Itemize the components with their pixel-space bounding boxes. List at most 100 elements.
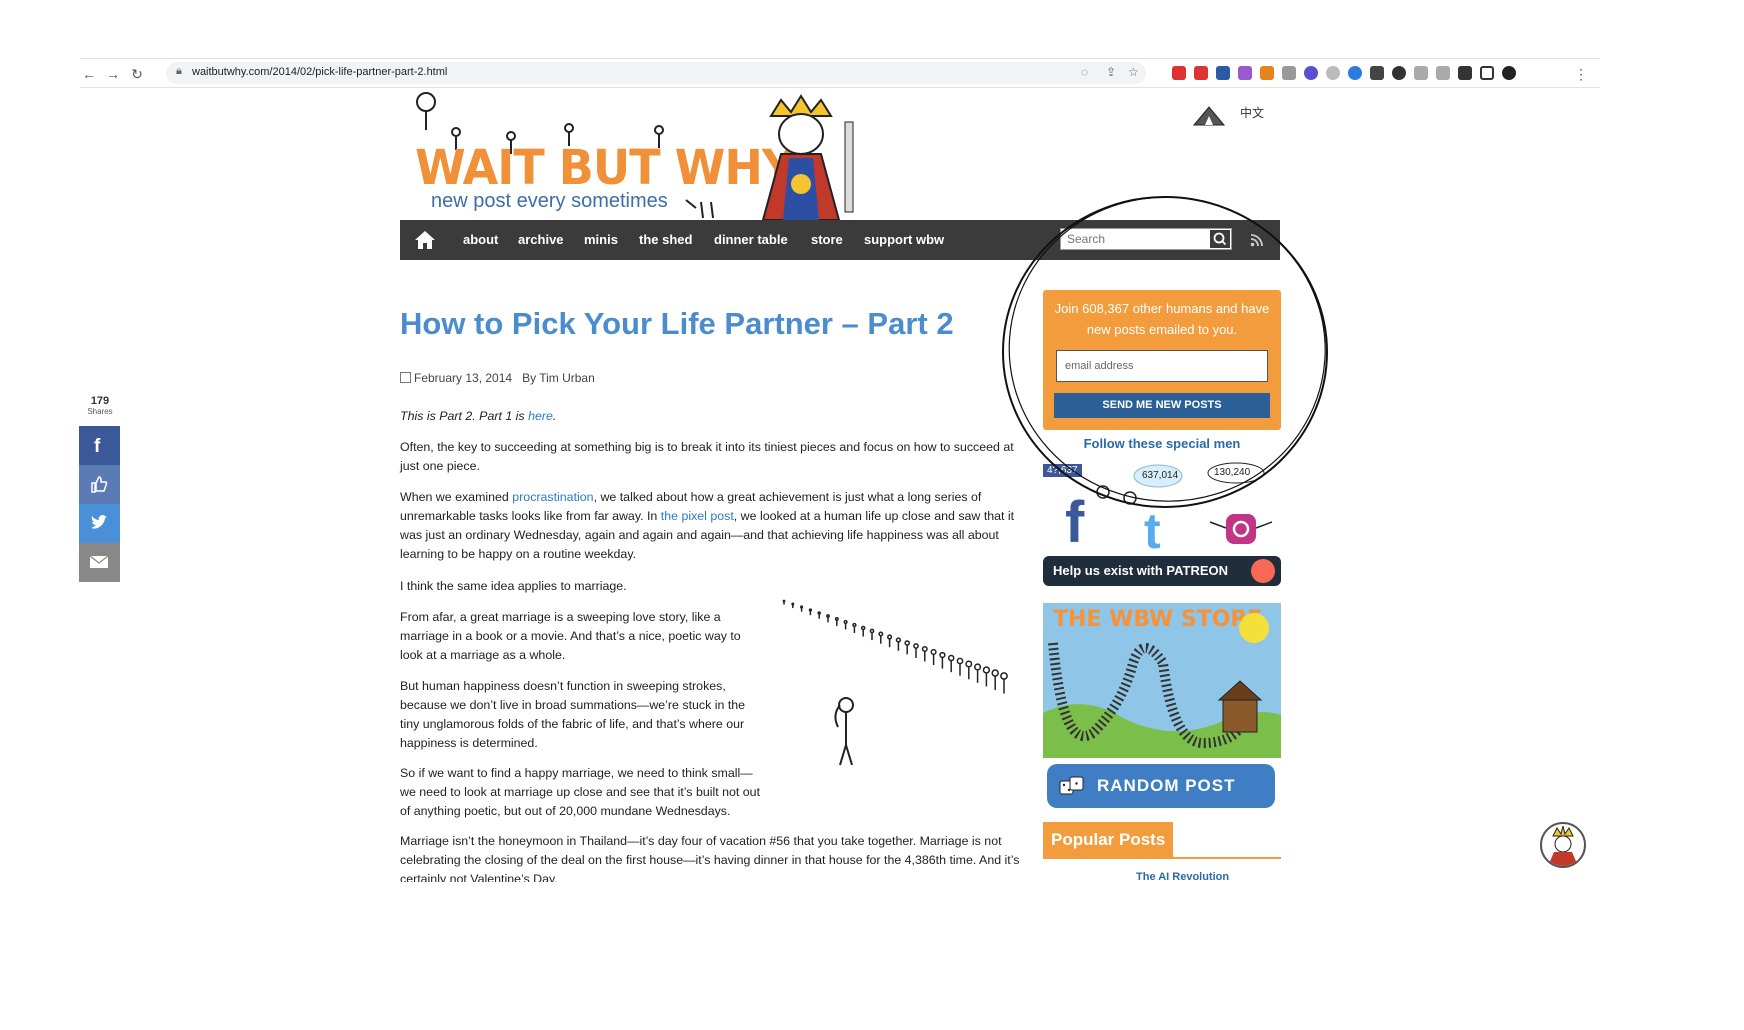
stick-figure-head: [991, 669, 999, 677]
stick-figure-head: [843, 619, 848, 625]
popular-post-link[interactable]: The AI Revolution: [1136, 871, 1229, 883]
pixel-post-link[interactable]: the pixel post: [661, 509, 734, 523]
svg-text:f: f: [94, 436, 101, 455]
stick-figure-head: [791, 602, 795, 606]
stick-figure-head: [782, 599, 786, 603]
stick-figure-head: [913, 643, 919, 649]
article-paragraph: Often, the key to succeeding at somethin…: [400, 440, 1014, 473]
bookmark-star-icon[interactable]: ☆: [1128, 65, 1139, 79]
article-paragraph: Marriage isn’t the honeymoon in Thailand…: [400, 834, 1020, 882]
extension-icon[interactable]: [1348, 66, 1362, 80]
stick-figure-head: [982, 666, 991, 674]
site-tagline: new post every sometimes: [431, 190, 668, 212]
article-meta: February 13, 2014 By Tim Urban: [400, 371, 595, 385]
extension-icon[interactable]: [1172, 66, 1186, 80]
stick-figure-head: [965, 660, 973, 668]
popular-posts-header: Popular Posts: [1043, 822, 1281, 859]
popular-posts-title: Popular Posts: [1043, 822, 1174, 857]
article-date: February 13, 2014: [414, 371, 513, 385]
king-avatar-icon: [1548, 825, 1578, 866]
patreon-button[interactable]: Help us exist with PATREON: [1043, 556, 1281, 586]
like-share-button[interactable]: [79, 465, 120, 504]
extension-icon[interactable]: [1194, 66, 1208, 80]
thumbs-up-icon: [91, 476, 108, 493]
url-text: waitbutwhy.com/2014/02/pick-life-partner…: [192, 66, 448, 78]
nav-store[interactable]: store: [811, 232, 843, 247]
nav-about[interactable]: about: [463, 232, 498, 247]
share-count-number: 179: [90, 395, 110, 407]
address-bar[interactable]: 🔒︎ waitbutwhy.com/2014/02/pick-life-part…: [166, 62, 1146, 84]
article-paragraph-clip: Marriage isn’t the honeymoon in Thailand…: [400, 832, 1020, 882]
article-intro: This is Part 2. Part 1 is here.: [400, 409, 557, 423]
patreon-icon: [1251, 559, 1275, 583]
circle-annotation: [1002, 196, 1328, 508]
twitter-share-button[interactable]: [79, 504, 120, 543]
stick-figure-head: [808, 608, 813, 612]
nav-the-shed[interactable]: the shed: [639, 232, 692, 247]
back-icon[interactable]: ←: [80, 65, 98, 83]
extension-icon[interactable]: [1238, 66, 1252, 80]
paragraph-text: When we examined: [400, 490, 509, 504]
camera-icon[interactable]: [1436, 66, 1450, 80]
stick-figure-head: [869, 628, 875, 634]
stick-figure-head: [947, 654, 955, 662]
forward-icon[interactable]: →: [104, 65, 122, 83]
stick-figure-head: [887, 634, 893, 640]
stick-figure-head: [921, 646, 928, 652]
stick-figure-head: [930, 648, 937, 656]
reload-icon[interactable]: ↻: [128, 65, 146, 83]
procrastination-link[interactable]: procrastination: [512, 490, 593, 504]
puzzle-icon[interactable]: [1458, 66, 1472, 80]
extension-icon[interactable]: [1282, 66, 1296, 80]
menu-dots-icon[interactable]: ⋮: [1572, 65, 1590, 83]
mail-icon: [89, 555, 109, 568]
stick-figure-head: [826, 614, 830, 618]
stick-figure-head: [904, 640, 910, 646]
store-hills-illustration: [1043, 642, 1281, 758]
article-paragraph: So if we want to find a happy marriage, …: [400, 766, 761, 818]
wbw-store-banner[interactable]: THE WBW STORE: [1043, 603, 1281, 758]
part-1-link[interactable]: here: [528, 409, 553, 423]
browser-toolbar: ← → ↻ 🔒︎ waitbutwhy.com/2014/02/pick-lif…: [80, 58, 1600, 88]
stick-figure-head: [939, 651, 946, 659]
home-icon[interactable]: [414, 230, 436, 250]
tent-icon[interactable]: [1192, 104, 1226, 126]
article-author[interactable]: By Tim Urban: [522, 371, 595, 385]
stick-figure-head: [956, 657, 964, 665]
patreon-label: Help us exist with PATREON: [1053, 563, 1229, 578]
extension-icon[interactable]: [1392, 66, 1406, 80]
extension-icon[interactable]: [1326, 66, 1340, 80]
stick-figure-head: [895, 637, 902, 643]
profile-avatar[interactable]: [1502, 66, 1516, 80]
random-post-button[interactable]: RANDOM POST BUTTON: [1047, 764, 1275, 839]
extension-icon[interactable]: [1260, 66, 1274, 80]
wbw-king-avatar-button[interactable]: [1540, 822, 1586, 868]
stick-figure-head: [1000, 672, 1008, 680]
site-logo[interactable]: WAIT BUT WHY new post every sometimes: [401, 90, 861, 220]
nav-archive[interactable]: archive: [518, 232, 564, 247]
sidebar-icon[interactable]: [1480, 66, 1494, 80]
nav-dinner-table[interactable]: dinner table: [714, 232, 788, 247]
article-paragraph: But human happiness doesn’t function in …: [400, 679, 746, 750]
twitter-icon: [91, 515, 107, 529]
article-paragraph: I think the same idea applies to marriag…: [400, 579, 627, 593]
stick-figure-head: [800, 605, 804, 609]
stick-figure-head: [852, 622, 857, 628]
article-paragraph: From afar, a great marriage is a sweepin…: [400, 610, 741, 662]
chinese-language-link[interactable]: 中文: [1240, 104, 1264, 121]
extension-icon[interactable]: [1414, 66, 1428, 80]
eye-off-icon[interactable]: ◌: [1081, 65, 1088, 79]
share-count-label: Shares: [87, 407, 113, 416]
nav-minis[interactable]: minis: [584, 232, 618, 247]
king-mascot-illustration: [761, 94, 854, 220]
article-title: How to Pick Your Life Partner – Part 2: [400, 306, 954, 341]
facebook-share-button[interactable]: f: [79, 426, 120, 465]
extension-icon[interactable]: [1370, 66, 1384, 80]
stick-figure-head: [834, 617, 839, 621]
share-icon[interactable]: ⇪: [1106, 65, 1116, 79]
email-share-button[interactable]: [79, 543, 120, 582]
extension-icon[interactable]: [1216, 66, 1230, 80]
facebook-icon: f: [94, 436, 101, 455]
extension-icon[interactable]: [1304, 66, 1318, 80]
nav-support-wbw[interactable]: support wbw: [864, 232, 944, 247]
